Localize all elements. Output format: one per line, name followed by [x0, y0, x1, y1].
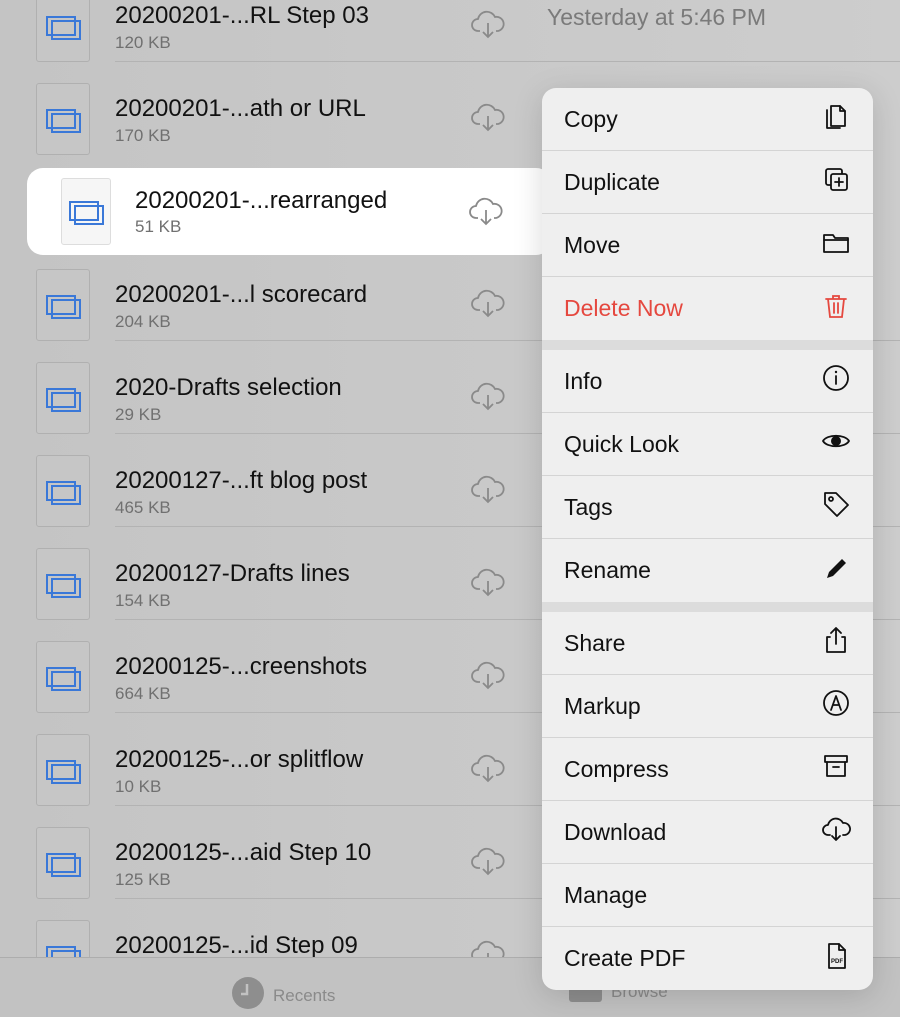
pencil-icon [821, 553, 851, 589]
file-name: 20200127-...ft blog post [115, 467, 368, 494]
menu-group: Info Quick Look Tags Rename [542, 350, 873, 602]
menu-item-tags[interactable]: Tags [542, 476, 873, 539]
menu-item-label: Rename [564, 557, 651, 583]
cloud-download-icon[interactable] [470, 102, 506, 139]
file-name: 20200201-...l scorecard [115, 281, 368, 308]
file-size: 465 KB [115, 498, 171, 517]
file-size: 664 KB [115, 684, 171, 703]
file-size: 170 KB [115, 126, 171, 145]
divider [115, 61, 900, 62]
menu-group-separator [542, 340, 873, 350]
info-icon [821, 363, 851, 399]
file-name: 20200201-...rearranged [135, 187, 388, 214]
file-size: 125 KB [115, 870, 171, 889]
menu-group-separator [542, 602, 873, 612]
file-name: 20200125-...creenshots [115, 653, 368, 680]
menu-item-label: Create PDF [564, 945, 686, 971]
menu-item-info[interactable]: Info [542, 350, 873, 413]
pdf-icon: PDF [821, 941, 851, 977]
cloud-download-icon[interactable] [470, 381, 506, 418]
menu-item-label: Info [564, 367, 603, 394]
cloud-download-icon[interactable] [470, 939, 506, 957]
file-thumbnail [36, 641, 90, 713]
file-thumbnail [36, 269, 90, 341]
file-size: 29 KB [115, 405, 162, 424]
file-name: 20200125-...aid Step 10 [115, 839, 372, 866]
file-thumbnail [36, 734, 90, 806]
cloud-download-icon[interactable] [470, 474, 506, 511]
menu-item-label: Download [564, 818, 667, 845]
file-name: 20200125-...id Step 09 [115, 932, 358, 957]
copy-icon [821, 101, 851, 137]
share-icon [821, 625, 851, 661]
menu-item-copy[interactable]: Copy [542, 88, 873, 151]
file-thumbnail [61, 178, 111, 245]
file-name: 20200125-...or splitflow [115, 746, 364, 773]
menu-item-label: Move [564, 231, 621, 258]
context-menu: Copy Duplicate Move Delete Now Info Quick Loo… [542, 88, 873, 990]
cloud-download-icon [821, 814, 851, 850]
cloud-download-icon[interactable] [470, 567, 506, 604]
cloud-download-icon[interactable] [470, 288, 506, 325]
cloud-download-icon[interactable] [470, 9, 506, 46]
menu-item-rename[interactable]: Rename [542, 539, 873, 602]
menu-item-download[interactable]: Download [542, 801, 873, 864]
file-row[interactable]: 20200201-...RL Step 03 120 KB Yesterday … [0, 0, 900, 68]
menu-item-label: Manage [564, 881, 648, 908]
file-name: 20200201-...ath or URL [115, 95, 366, 122]
file-size: 154 KB [115, 591, 171, 610]
menu-group: Copy Duplicate Move Delete Now [542, 88, 873, 340]
file-name: 2020-Drafts selection [115, 374, 342, 401]
menu-item-compress[interactable]: Compress [542, 738, 873, 801]
cloud-download-icon[interactable] [470, 846, 506, 883]
menu-item-delete-now[interactable]: Delete Now [542, 277, 873, 340]
cloud-download-icon[interactable] [470, 660, 506, 697]
file-name: 20200201-...RL Step 03 [115, 2, 369, 29]
file-thumbnail [36, 0, 90, 62]
menu-item-label: Quick Look [564, 430, 680, 457]
menu-item-label: Share [564, 629, 626, 656]
archive-icon [821, 751, 851, 787]
menu-item-quick-look[interactable]: Quick Look [542, 413, 873, 476]
menu-item-label: Copy [564, 105, 618, 132]
clock-icon [231, 976, 265, 1015]
file-size: 10 KB [115, 777, 162, 796]
markup-icon [821, 688, 851, 724]
file-thumbnail [36, 548, 90, 620]
eye-icon [821, 426, 851, 462]
tag-icon [821, 489, 851, 525]
tab-label: Recents [273, 985, 336, 1005]
menu-item-label: Markup [564, 692, 641, 719]
file-size: 204 KB [115, 312, 171, 331]
file-thumbnail [36, 455, 90, 527]
menu-item-markup[interactable]: Markup [542, 675, 873, 738]
duplicate-icon [821, 164, 851, 200]
file-name: 20200127-Drafts lines [115, 560, 350, 587]
file-thumbnail [36, 827, 90, 899]
file-thumbnail [36, 920, 90, 957]
menu-item-label: Delete Now [564, 295, 683, 321]
menu-item-move[interactable]: Move [542, 214, 873, 277]
cloud-download-icon[interactable] [468, 196, 504, 233]
menu-item-label: Duplicate [564, 168, 660, 195]
trash-icon [821, 291, 851, 327]
cloud-download-icon[interactable] [470, 753, 506, 790]
menu-item-duplicate[interactable]: Duplicate [542, 151, 873, 214]
menu-item-manage[interactable]: Manage [542, 864, 873, 927]
file-thumbnail [36, 83, 90, 155]
menu-item-share[interactable]: Share [542, 612, 873, 675]
menu-item-label: Compress [564, 755, 669, 782]
file-size: 51 KB [135, 217, 182, 236]
file-size: 120 KB [115, 33, 171, 52]
file-date: Yesterday at 5:46 PM [547, 4, 767, 30]
menu-group: Share Markup Compress Download Manage Create … [542, 612, 873, 990]
folder-icon [821, 227, 851, 263]
file-row-selected[interactable]: 20200201-...rearranged 51 KB [27, 168, 552, 255]
menu-item-label: Tags [564, 493, 613, 520]
tab-recents[interactable]: Recents [231, 976, 335, 1015]
file-thumbnail [36, 362, 90, 434]
svg-text:PDF: PDF [831, 959, 843, 965]
menu-item-create-pdf[interactable]: Create PDF PDF [542, 927, 873, 990]
